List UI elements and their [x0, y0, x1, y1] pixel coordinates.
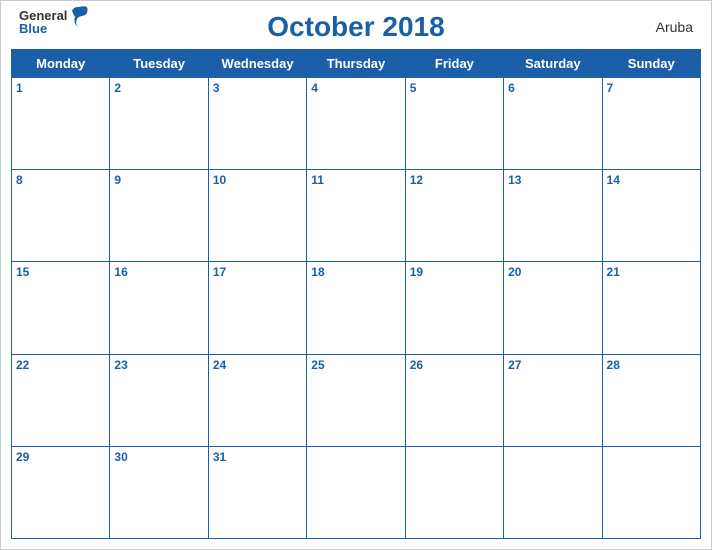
calendar-cell: 30: [110, 446, 208, 538]
calendar-cell: 29: [12, 446, 110, 538]
date-number: 30: [114, 450, 127, 464]
calendar-cell: 16: [110, 262, 208, 354]
col-saturday: Saturday: [504, 50, 602, 78]
calendar-body: 1234567891011121314151617181920212223242…: [12, 78, 701, 539]
date-number: 13: [508, 173, 521, 187]
calendar-cell: 26: [405, 354, 503, 446]
calendar-cell: [504, 446, 602, 538]
calendar-cell: 8: [12, 170, 110, 262]
col-monday: Monday: [12, 50, 110, 78]
calendar-cell: 18: [307, 262, 405, 354]
date-number: 12: [410, 173, 423, 187]
calendar-cell: 17: [208, 262, 306, 354]
date-number: 24: [213, 358, 226, 372]
calendar-cell: 11: [307, 170, 405, 262]
calendar-cell: 19: [405, 262, 503, 354]
calendar-container: General Blue October 2018 Aruba Monday T…: [0, 0, 712, 550]
date-number: 6: [508, 81, 515, 95]
date-number: 22: [16, 358, 29, 372]
logo-blue: Blue: [19, 22, 67, 35]
date-number: 31: [213, 450, 226, 464]
calendar-cell: 15: [12, 262, 110, 354]
calendar-cell: 20: [504, 262, 602, 354]
calendar-cell: [602, 446, 700, 538]
calendar-cell: 23: [110, 354, 208, 446]
calendar-cell: 22: [12, 354, 110, 446]
calendar-cell: 9: [110, 170, 208, 262]
date-number: 4: [311, 81, 318, 95]
calendar-cell: 14: [602, 170, 700, 262]
date-number: 20: [508, 265, 521, 279]
calendar-header: General Blue October 2018 Aruba: [1, 1, 711, 49]
calendar-week-row: 29 30 31: [12, 446, 701, 538]
col-wednesday: Wednesday: [208, 50, 306, 78]
calendar-cell: 31: [208, 446, 306, 538]
date-number: 10: [213, 173, 226, 187]
calendar-cell: 21: [602, 262, 700, 354]
calendar-cell: 10: [208, 170, 306, 262]
date-number: 3: [213, 81, 220, 95]
date-number: 19: [410, 265, 423, 279]
date-number: 23: [114, 358, 127, 372]
col-tuesday: Tuesday: [110, 50, 208, 78]
logo: General Blue: [19, 9, 89, 35]
calendar-title: October 2018: [267, 11, 444, 43]
calendar-week-row: 1 2 3 4 5 6 7: [12, 78, 701, 170]
calendar-cell: 24: [208, 354, 306, 446]
date-number: 5: [410, 81, 417, 95]
date-number: 15: [16, 265, 29, 279]
col-thursday: Thursday: [307, 50, 405, 78]
calendar-cell: 4: [307, 78, 405, 170]
calendar-cell: 6: [504, 78, 602, 170]
calendar-cell: [405, 446, 503, 538]
calendar-cell: 12: [405, 170, 503, 262]
date-number: 8: [16, 173, 23, 187]
date-number: 25: [311, 358, 324, 372]
date-number: 27: [508, 358, 521, 372]
date-number: 2: [114, 81, 121, 95]
date-number: 14: [607, 173, 620, 187]
calendar-cell: 28: [602, 354, 700, 446]
calendar-week-row: 8 9 10 11 12 13 14: [12, 170, 701, 262]
calendar-cell: 2: [110, 78, 208, 170]
date-number: 9: [114, 173, 121, 187]
calendar-cell: 7: [602, 78, 700, 170]
date-number: 11: [311, 173, 324, 187]
logo-bird-icon: [69, 5, 89, 29]
date-number: 17: [213, 265, 226, 279]
calendar-cell: [307, 446, 405, 538]
date-number: 29: [16, 450, 29, 464]
calendar-table: Monday Tuesday Wednesday Thursday Friday…: [11, 49, 701, 539]
date-number: 21: [607, 265, 620, 279]
calendar-cell: 1: [12, 78, 110, 170]
date-number: 26: [410, 358, 423, 372]
date-number: 1: [16, 81, 23, 95]
calendar-cell: 5: [405, 78, 503, 170]
col-friday: Friday: [405, 50, 503, 78]
calendar-week-row: 15 16 17 18 19 20 21: [12, 262, 701, 354]
calendar-cell: 13: [504, 170, 602, 262]
calendar-week-row: 22 23 24 25 26 27 28: [12, 354, 701, 446]
date-number: 18: [311, 265, 324, 279]
col-sunday: Sunday: [602, 50, 700, 78]
date-number: 7: [607, 81, 614, 95]
country-label: Aruba: [656, 19, 693, 35]
calendar-cell: 27: [504, 354, 602, 446]
date-number: 28: [607, 358, 620, 372]
calendar-cell: 25: [307, 354, 405, 446]
date-number: 16: [114, 265, 127, 279]
days-header-row: Monday Tuesday Wednesday Thursday Friday…: [12, 50, 701, 78]
calendar-cell: 3: [208, 78, 306, 170]
